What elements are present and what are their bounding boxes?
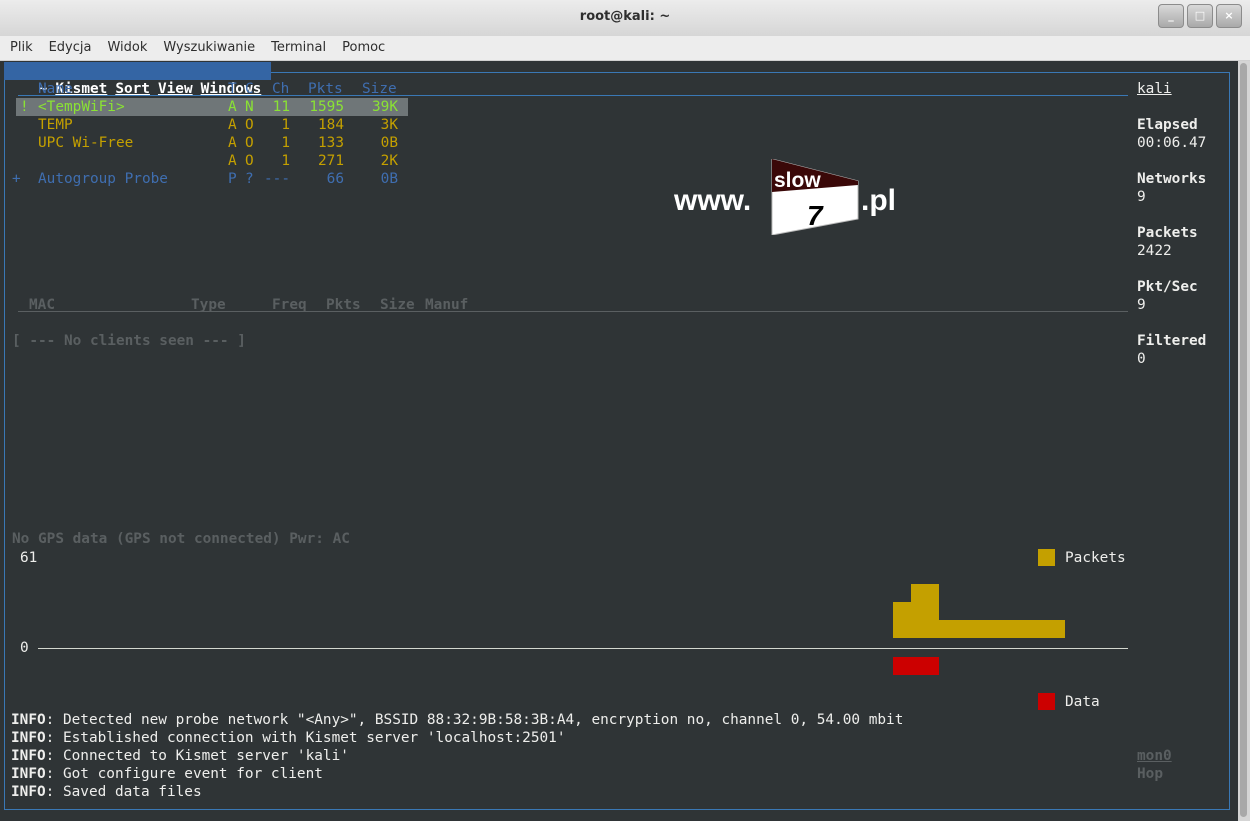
menu-terminal[interactable]: Terminal xyxy=(263,36,334,60)
info-text: : Got configure event for client xyxy=(45,766,323,782)
row-name: UPC Wi-Free xyxy=(38,135,134,151)
slow7-logo: www. slow 7 .pl xyxy=(674,159,896,235)
elapsed-label: Elapsed xyxy=(1137,117,1198,133)
terminal-area[interactable]: ~ Kismet Sort View Windows Name T C Ch Pkts … xyxy=(0,61,1238,821)
row-crypt: O xyxy=(245,135,254,151)
packets-legend-label: Packets xyxy=(1065,550,1126,566)
host-name: kali xyxy=(1137,81,1172,97)
interface-name: mon0 xyxy=(1137,748,1172,764)
row-packets: 184 xyxy=(318,117,344,133)
logo-prefix: www. xyxy=(674,184,751,217)
row-channel: --- xyxy=(264,171,290,187)
network-list-divider xyxy=(18,95,1128,96)
row-packets: 1595 xyxy=(309,99,344,115)
packets-bar xyxy=(893,602,911,638)
graph-zero-label: 0 xyxy=(20,640,29,656)
close-button[interactable]: × xyxy=(1216,4,1242,28)
scrollbar-thumb[interactable] xyxy=(1240,63,1247,817)
menu-widok[interactable]: Widok xyxy=(99,36,155,60)
logo-top: slow xyxy=(774,169,821,192)
row-packets: 271 xyxy=(318,153,344,169)
gps-status: No GPS data (GPS not connected) Pwr: AC xyxy=(12,531,350,547)
elapsed-value: 00:06.47 xyxy=(1137,135,1207,151)
info-tag: INFO xyxy=(11,712,46,728)
graph-max-label: 61 xyxy=(20,550,38,566)
logo-suffix: .pl xyxy=(861,184,896,217)
logo-number: 7 xyxy=(807,200,824,231)
row-size: 2K xyxy=(380,153,398,169)
info-text: : Detected new probe network "<Any>", BS… xyxy=(45,712,904,728)
info-line: INFO: Connected to Kismet server 'kali' xyxy=(11,747,349,765)
info-text: : Connected to Kismet server 'kali' xyxy=(45,748,349,764)
info-text: : Saved data files xyxy=(45,784,202,800)
row-channel: 1 xyxy=(281,153,290,169)
row-type: A xyxy=(228,99,237,115)
info-line: INFO: Got configure event for client xyxy=(11,765,323,783)
info-line: INFO: Saved data files xyxy=(11,783,202,801)
info-tag: INFO xyxy=(11,748,46,764)
info-line: INFO: Detected new probe network "<Any>"… xyxy=(11,711,903,729)
packets-bar xyxy=(939,620,1065,638)
row-flag: + xyxy=(12,171,21,187)
data-legend-label: Data xyxy=(1065,694,1100,710)
row-name: TEMP xyxy=(38,117,73,133)
networks-label: Networks xyxy=(1137,171,1207,187)
terminal-menubar: Plik Edycja Widok Wyszukiwanie Terminal … xyxy=(0,36,1250,61)
row-name: Autogroup Probe xyxy=(38,171,168,187)
row-size: 3K xyxy=(380,117,398,133)
window-title: root@kali: ~ xyxy=(579,9,671,24)
info-line: INFO: Established connection with Kismet… xyxy=(11,729,566,747)
packets-value: 2422 xyxy=(1137,243,1172,259)
info-tag: INFO xyxy=(11,784,46,800)
networks-value: 9 xyxy=(1137,189,1146,205)
no-clients-message: [ --- No clients seen --- ] xyxy=(12,333,246,349)
row-crypt: N xyxy=(245,99,254,115)
packets-bar xyxy=(911,584,939,638)
row-packets: 133 xyxy=(318,135,344,151)
info-text: : Established connection with Kismet ser… xyxy=(45,730,566,746)
maximize-button[interactable]: □ xyxy=(1187,4,1213,28)
hop-status: Hop xyxy=(1137,766,1163,782)
row-channel: 1 xyxy=(281,117,290,133)
client-list-divider xyxy=(18,311,1128,312)
row-type: A xyxy=(228,117,237,133)
kismet-menubar: ~ Kismet Sort View Windows xyxy=(4,62,272,97)
row-crypt: O xyxy=(245,117,254,133)
filtered-label: Filtered xyxy=(1137,333,1207,349)
row-type: P xyxy=(228,171,237,187)
filtered-value: 0 xyxy=(1137,351,1146,367)
pktsec-value: 9 xyxy=(1137,297,1146,313)
packets-label: Packets xyxy=(1137,225,1198,241)
row-crypt: ? xyxy=(245,171,254,187)
row-name: <TempWiFi> xyxy=(38,99,125,115)
info-tag: INFO xyxy=(11,766,46,782)
minimize-button[interactable]: _ xyxy=(1158,4,1184,28)
row-crypt: O xyxy=(245,153,254,169)
packets-legend-swatch xyxy=(1038,549,1055,566)
row-type: A xyxy=(228,153,237,169)
terminal-scrollbar[interactable] xyxy=(1238,61,1250,821)
menu-plik[interactable]: Plik xyxy=(0,36,41,60)
window-controls: _ □ × xyxy=(1158,4,1242,28)
row-size: 0B xyxy=(380,171,398,187)
menu-edycja[interactable]: Edycja xyxy=(41,36,100,60)
info-tag: INFO xyxy=(11,730,46,746)
row-size: 0B xyxy=(380,135,398,151)
data-legend-swatch xyxy=(1038,693,1055,710)
row-channel: 1 xyxy=(281,135,290,151)
menu-wyszukiwanie[interactable]: Wyszukiwanie xyxy=(155,36,263,60)
window-titlebar: root@kali: ~ _ □ × xyxy=(0,0,1250,37)
row-channel: 11 xyxy=(272,99,290,115)
row-packets: 66 xyxy=(326,171,344,187)
menu-pomoc[interactable]: Pomoc xyxy=(334,36,393,60)
data-bar xyxy=(893,657,939,675)
row-flag: ! xyxy=(20,99,29,115)
row-size: 39K xyxy=(372,99,398,115)
pktsec-label: Pkt/Sec xyxy=(1137,279,1198,295)
row-type: A xyxy=(228,135,237,151)
graph-baseline xyxy=(38,648,1128,649)
